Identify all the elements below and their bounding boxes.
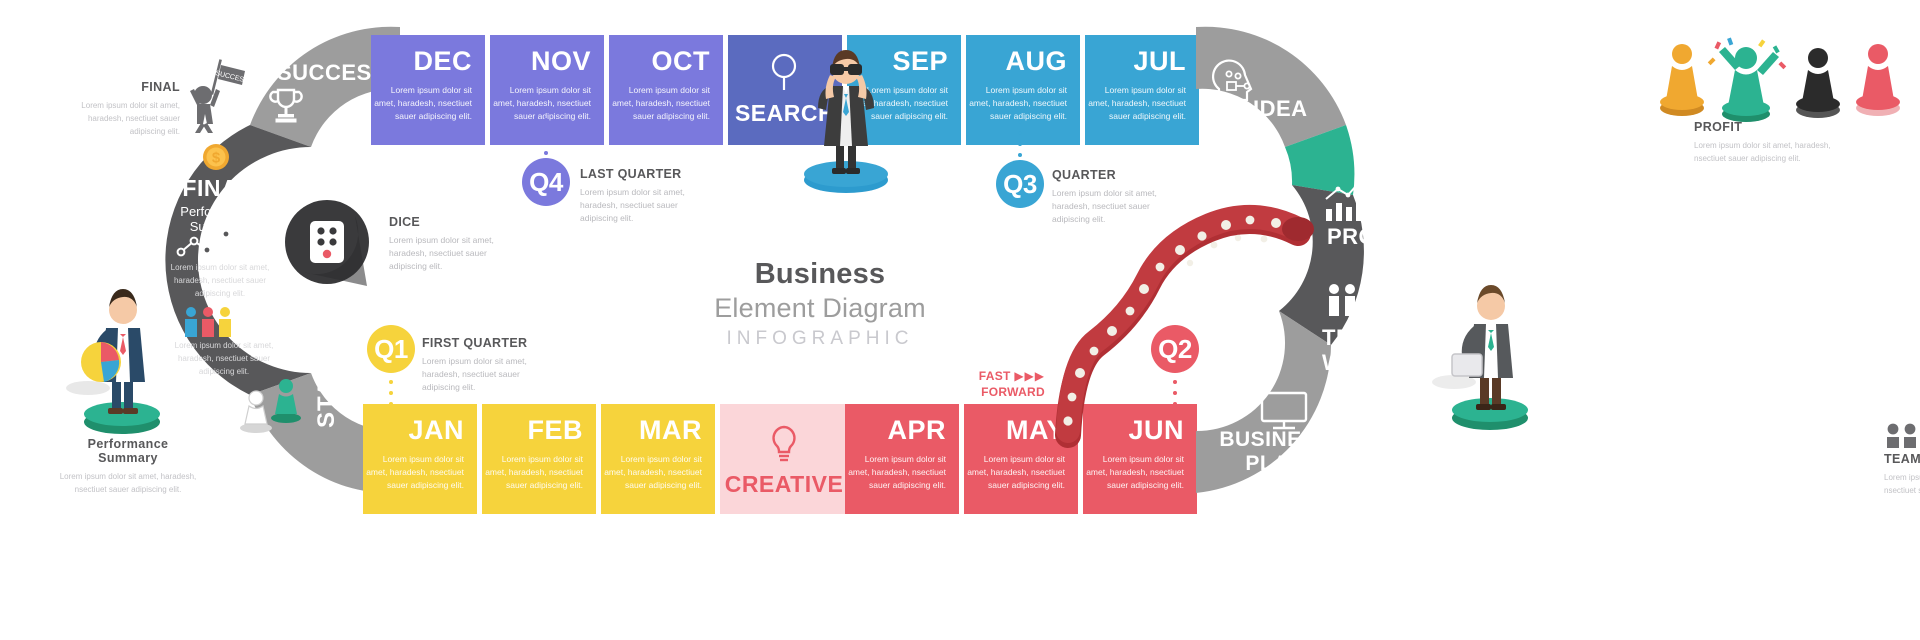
caption-final-title: FINAL — [141, 80, 180, 94]
month-card-oct[interactable]: OCT Lorem ipsum dolor sit amet, haradesh… — [609, 35, 723, 145]
businessman-tablet-illustration — [1432, 285, 1528, 430]
businessman-binoculars-illustration — [804, 50, 888, 193]
month-desc: Lorem ipsum dolor sit amet, haradesh, ns… — [374, 85, 472, 121]
teamwork-people-icon — [1887, 423, 1916, 448]
month-desc: Lorem ipsum dolor sit amet, haradesh, ns… — [969, 85, 1067, 121]
month-desc: Lorem ipsum dolor sit amet, haradesh, ns… — [967, 454, 1065, 490]
quarter-text-q1: FIRST QUARTER Lorem ipsum dolor sit amet… — [422, 336, 558, 395]
dice-icon — [285, 200, 369, 286]
quarter-text-q4: LAST QUARTER Lorem ipsum dolor sit amet,… — [580, 167, 710, 226]
chess-winners-icon — [1660, 37, 1900, 122]
quarter-badge-q4[interactable]: Q4 — [522, 158, 570, 206]
month-label: APR — [887, 415, 946, 445]
month-card-apr[interactable]: APR Lorem ipsum dolor sit amet, haradesh… — [845, 404, 959, 514]
snake-path-illustration — [1055, 205, 1314, 448]
chess-pieces-icon — [240, 379, 301, 433]
month-card-mar[interactable]: MAR Lorem ipsum dolor sit amet, haradesh… — [601, 404, 715, 514]
q3-dotted-connector — [1018, 120, 1022, 164]
arc-final-title: FINAL — [182, 175, 253, 201]
dice-title: DICE — [389, 215, 421, 229]
month-label: JUL — [1133, 46, 1186, 76]
creative-card-label: CREATIVE — [724, 471, 844, 497]
arc-plan-line2: PLAN — [1245, 452, 1305, 476]
month-label: NOV — [530, 46, 591, 76]
caption-teamwork-title: TEAM WORK — [1884, 452, 1920, 466]
team-people-icon — [1329, 284, 1387, 316]
arc-final-textblock: FINAL Performance Summary — [150, 175, 285, 234]
people-group-icon — [185, 307, 248, 337]
month-card-dec[interactable]: DEC Lorem ipsum dolor sit amet, haradesh… — [371, 35, 485, 145]
caption-teamwork-desc: Lorem ipsum dolor sit amet, haradesh, ns… — [1884, 473, 1920, 495]
month-label: OCT — [651, 46, 710, 76]
q1-dotted-connector — [389, 380, 393, 424]
month-desc: Lorem ipsum dolor sit amet, haradesh, ns… — [612, 85, 710, 121]
infographic-canvas: SUCCESS $ FINAL Performance Summary Lore… — [0, 0, 1920, 640]
svg-text:$: $ — [212, 150, 221, 167]
month-label: JAN — [408, 415, 464, 445]
month-desc: Lorem ipsum dolor sit amet, haradesh, ns… — [1086, 454, 1184, 490]
creative-card[interactable]: CREATIVE — [720, 404, 848, 514]
arc-label-start: START — [313, 344, 340, 428]
line-chart-icon — [176, 229, 231, 257]
month-card-jan[interactable]: JAN Lorem ipsum dolor sit amet, haradesh… — [363, 404, 477, 514]
fast-forward-block: FAST ▶▶▶ FORWARD — [925, 368, 1045, 400]
month-label: AUG — [1005, 46, 1067, 76]
head-idea-icon — [1212, 59, 1253, 112]
fast-forward-line2: FORWARD — [981, 385, 1045, 400]
caption-performance-summary: Performance Summary Lorem ipsum dolor si… — [48, 437, 208, 497]
lightbulb-icon — [772, 425, 796, 462]
businessman-chart-illustration — [66, 289, 160, 434]
arc-label-profit: PROFIT — [1327, 224, 1411, 249]
fast-forward-line1: FAST — [978, 369, 1011, 383]
flag-success-man-icon: SUCCESS — [190, 59, 249, 133]
dice-desc: Lorem ipsum dolor sit amet, haradesh, ns… — [389, 235, 494, 272]
caption-final-top: FINAL Lorem ipsum dolor sit amet, harade… — [70, 80, 180, 138]
quarter-title-q3: QUARTER — [1052, 168, 1116, 182]
caption-profit-right: PROFIT Lorem ipsum dolor sit amet, harad… — [1694, 120, 1844, 166]
month-label: FEB — [527, 415, 583, 445]
caption-perf-line2: Summary — [98, 451, 158, 465]
month-card-aug[interactable]: AUG Lorem ipsum dolor sit amet, haradesh… — [966, 35, 1080, 145]
quarter-desc-q1: Lorem ipsum dolor sit amet, haradesh, ns… — [422, 356, 527, 393]
month-desc: Lorem ipsum dolor sit amet, haradesh, ns… — [1088, 85, 1186, 121]
month-desc: Lorem ipsum dolor sit amet, haradesh, ns… — [604, 454, 702, 490]
quarter-title-q1: FIRST QUARTER — [422, 336, 528, 350]
month-desc: Lorem ipsum dolor sit amet, haradesh, ns… — [848, 454, 946, 490]
arc-label-idea: IDEA — [1253, 96, 1308, 121]
center-title-line2: Element Diagram — [714, 293, 926, 323]
arc-final-sub1: Performance — [180, 204, 255, 219]
center-title-line1: Business — [754, 258, 886, 290]
month-desc: Lorem ipsum dolor sit amet, haradesh, ns… — [493, 85, 591, 121]
coin-dollar-icon: $ — [203, 144, 229, 170]
arc-label-teamwork: TEAM WORK — [1322, 325, 1394, 375]
trophy-icon — [269, 88, 303, 123]
caption-perf-desc: Lorem ipsum dolor sit amet, haradesh, ns… — [59, 472, 197, 494]
arc-teamwork-line2: WORK — [1322, 349, 1394, 375]
caption-profit-title: PROFIT — [1694, 120, 1743, 134]
center-title-block: Business Element Diagram INFOGRAPHIC — [610, 258, 1030, 350]
center-title-line3: INFOGRAPHIC — [726, 328, 914, 349]
caption-final-desc: Lorem ipsum dolor sit amet, haradesh, ns… — [81, 101, 180, 136]
caption-profit-desc: Lorem ipsum dolor sit amet, haradesh, ns… — [1694, 141, 1831, 163]
caption-perf-line1: Performance — [87, 437, 169, 451]
quarter-desc-q4: Lorem ipsum dolor sit amet, haradesh, ns… — [580, 187, 685, 224]
caption-teamwork-right: TEAM WORK Lorem ipsum dolor sit amet, ha… — [1884, 452, 1920, 498]
month-label: MAR — [639, 415, 702, 445]
quarter-badge-q1[interactable]: Q1 — [367, 325, 415, 373]
dice-text-block: DICE Lorem ipsum dolor sit amet, harades… — [389, 215, 519, 274]
month-desc: Lorem ipsum dolor sit amet, haradesh, ns… — [366, 454, 464, 490]
month-desc: Lorem ipsum dolor sit amet, haradesh, ns… — [485, 454, 583, 490]
quarter-title-q4: LAST QUARTER — [580, 167, 682, 181]
profit-chart-icon — [1325, 174, 1366, 221]
q4-dotted-connector — [544, 118, 548, 162]
quarter-badge-q3[interactable]: Q3 — [996, 160, 1044, 208]
arc-teamwork-line1: TEAM — [1322, 325, 1387, 350]
month-card-feb[interactable]: FEB Lorem ipsum dolor sit amet, haradesh… — [482, 404, 596, 514]
month-card-jul[interactable]: JUL Lorem ipsum dolor sit amet, haradesh… — [1085, 35, 1199, 145]
month-label: DEC — [413, 46, 472, 76]
